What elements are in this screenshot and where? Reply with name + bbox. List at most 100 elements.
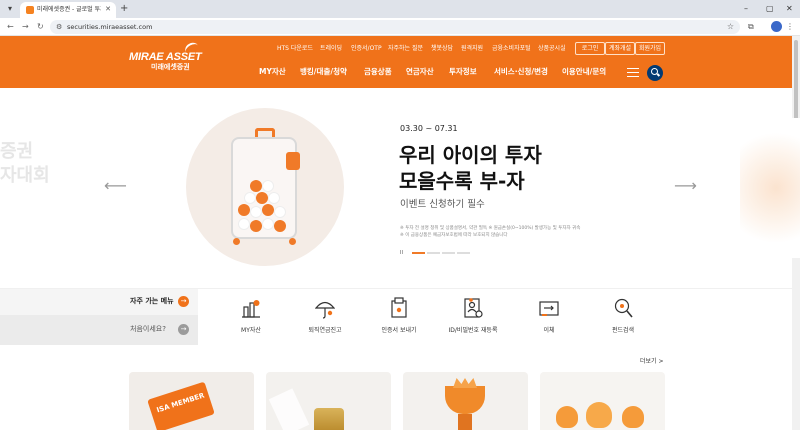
event-period: 03.30 ~ 07.31: [400, 124, 458, 133]
util-link-hts[interactable]: HTS 다운로드: [277, 45, 313, 53]
forward-icon[interactable]: →: [22, 21, 29, 33]
promo-card-gold[interactable]: [266, 372, 391, 430]
gnb-my-assets[interactable]: MY자산: [259, 67, 286, 77]
util-link-remote[interactable]: 원격지원: [461, 45, 483, 53]
suitcase-tag: [286, 152, 300, 170]
isa-card-text: ISA MEMBER: [155, 391, 206, 415]
favicon-icon: [26, 6, 34, 14]
util-link-faq[interactable]: 자주하는 질문: [388, 45, 423, 53]
slide-indicator[interactable]: [412, 252, 425, 254]
quick-item-fund-search[interactable]: 펀드검색: [588, 297, 658, 341]
slide-indicator[interactable]: [457, 252, 470, 254]
browser-tab-bar: ▾ 미래에셋증권 - 글로벌 투자 파트너 ✕ + – ▢ ✕: [0, 0, 800, 18]
quick-item-label: 펀드검색: [611, 327, 635, 334]
open-account-button[interactable]: 계좌개설: [605, 42, 635, 55]
util-link-chatbot[interactable]: 챗봇상담: [431, 45, 453, 53]
wheel: [289, 238, 296, 245]
quick-item-label: 퇴직연금진고: [308, 327, 342, 334]
browser-menu-icon[interactable]: ⋮: [786, 21, 794, 33]
util-link-disclosure[interactable]: 상품공시실: [538, 45, 566, 53]
quick-item-id-password[interactable]: ID/비밀번호 재등록: [438, 297, 508, 341]
url-text[interactable]: securities.miraeasset.com: [67, 22, 152, 32]
quick-menu-header: 자주 가는 메뉴 →: [0, 289, 198, 315]
util-link-consumer[interactable]: 금융소비자포털: [492, 45, 531, 53]
next-slide-ghost-image: [740, 118, 800, 258]
first-visit-row[interactable]: 처음이세요? →: [0, 315, 198, 345]
site-logo[interactable]: MIRAE ASSET 미래에셋증권: [129, 40, 202, 71]
bookmark-star-icon[interactable]: ☆: [727, 22, 734, 32]
umbrella-icon: [315, 301, 335, 319]
slide-indicator[interactable]: [427, 252, 440, 254]
tab-close-icon[interactable]: ✕: [105, 5, 111, 14]
ball: [274, 206, 286, 218]
browser-tab[interactable]: 미래에셋증권 - 글로벌 투자 파트너 ✕: [20, 2, 116, 18]
ball: [268, 192, 280, 204]
gnb-products[interactable]: 금융상품: [364, 67, 392, 77]
quick-item-certificate[interactable]: 인증서 보내기: [364, 297, 434, 341]
ball: [262, 218, 274, 230]
crown-icon: [453, 378, 477, 388]
window-close-icon[interactable]: ✕: [786, 3, 793, 14]
gnb-guide[interactable]: 이용안내/문의: [562, 67, 606, 77]
first-visit-label[interactable]: 처음이세요?: [130, 325, 166, 334]
extensions-icon[interactable]: ⧉: [748, 21, 754, 33]
maximize-icon[interactable]: ▢: [766, 3, 774, 14]
ball: [256, 192, 268, 204]
first-visit-arrow-icon[interactable]: →: [178, 324, 189, 335]
gnb-invest-info[interactable]: 투자정보: [449, 67, 477, 77]
util-link-cert[interactable]: 인증서/OTP: [351, 45, 382, 53]
ball: [274, 220, 286, 232]
minimize-icon[interactable]: –: [744, 3, 748, 14]
gnb-banking[interactable]: 뱅킹/대출/청약: [300, 67, 347, 77]
character-image: [556, 406, 578, 428]
prev-slide-arrow-icon[interactable]: ⟵: [104, 178, 127, 194]
hero-headline-line2[interactable]: 모을수록 부-자: [399, 168, 525, 194]
pause-icon[interactable]: II: [400, 250, 403, 256]
transfer-icon: [539, 301, 559, 316]
quick-menu-toggle-icon[interactable]: →: [178, 296, 189, 307]
card-decor: [268, 388, 310, 430]
reload-icon[interactable]: ↻: [37, 21, 44, 33]
prev-slide-ghost-text: 증권 자대회: [0, 141, 50, 186]
slide-indicator[interactable]: [442, 252, 455, 254]
isa-card-image: ISA MEMBER: [147, 381, 215, 430]
login-button[interactable]: 로그인: [575, 42, 605, 55]
next-slide-arrow-icon[interactable]: ⟶: [674, 178, 697, 194]
site-info-icon[interactable]: ⚙: [56, 22, 62, 32]
quick-item-my-assets[interactable]: MY자산: [216, 297, 286, 341]
certificate-icon: [391, 297, 407, 318]
hero-headline-line1[interactable]: 우리 아이의 투자: [399, 142, 542, 168]
hero-subtitle[interactable]: 이벤트 신청하기 필수: [400, 199, 485, 211]
more-link[interactable]: 더보기 >: [640, 358, 664, 366]
search-icon[interactable]: [647, 65, 663, 81]
search-icon: [614, 298, 633, 318]
hero-banner: 증권 자대회 ⟵ ⟶ 03.30 ~ 07.31 우리 아이의 투자 모을수록 부…: [0, 88, 800, 288]
gnb-pension[interactable]: 연금자산: [406, 67, 434, 77]
trophy-stem: [458, 414, 472, 430]
join-button[interactable]: 회원가입: [635, 42, 665, 55]
browser-toolbar: ← → ↻ ⚙ securities.miraeasset.com ☆ ⧉ ⋮: [0, 18, 800, 36]
quick-item-transfer[interactable]: 이체: [514, 297, 584, 341]
util-link-trading[interactable]: 트레이딩: [320, 45, 342, 53]
id-card-icon: [464, 298, 483, 318]
logo-korean: 미래에셋증권: [151, 63, 190, 71]
hero-disclaimer-1: ※ 투자 전 설명 청취 및 상품설명서, 약관 필독 ※ 원금손실(0~100…: [400, 226, 581, 231]
menu-icon[interactable]: [627, 68, 639, 77]
profile-avatar[interactable]: [771, 21, 782, 32]
promo-card-trophy[interactable]: [403, 372, 528, 430]
quick-item-label: MY자산: [241, 327, 261, 334]
quick-menu: 자주 가는 메뉴 → 처음이세요? → MY자산 퇴직연금진고 인증서 보내기: [0, 288, 792, 345]
promo-card-isa[interactable]: ISA MEMBER: [129, 372, 254, 430]
address-bar[interactable]: ⚙ securities.miraeasset.com ☆: [50, 20, 740, 34]
tab-search-icon[interactable]: ▾: [4, 3, 16, 15]
promo-card-characters[interactable]: [540, 372, 665, 430]
ball: [262, 180, 274, 192]
ball: [238, 204, 250, 216]
back-icon[interactable]: ←: [7, 21, 14, 33]
character-image: [586, 402, 612, 428]
quick-item-pension[interactable]: 퇴직연금진고: [290, 297, 360, 341]
gnb-service[interactable]: 서비스·신청/변경: [494, 67, 548, 77]
quick-item-label: 이체: [543, 327, 555, 334]
ball: [250, 206, 262, 218]
new-tab-button[interactable]: +: [120, 2, 128, 15]
